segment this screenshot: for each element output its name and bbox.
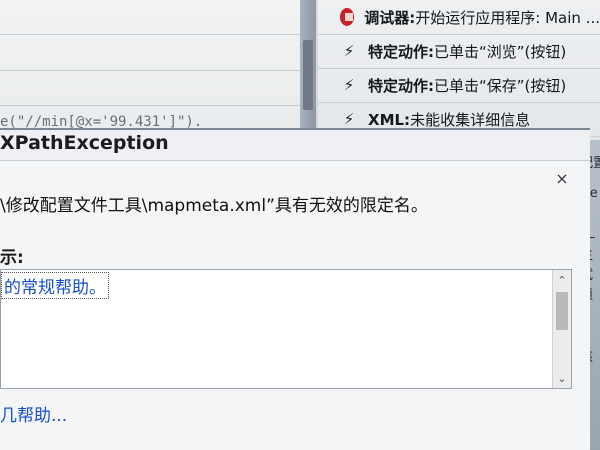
general-help-link[interactable]: 的常规帮助。	[1, 272, 109, 299]
lightning-icon: ⚡	[343, 110, 355, 128]
event-log-row[interactable]: ⚡ 特定动作:已单击“浏览”(按钮)	[318, 34, 600, 69]
close-button[interactable]: ×	[550, 166, 574, 190]
event-label: 特定动作:	[368, 42, 434, 61]
editor-gridline	[0, 34, 300, 35]
code-editor[interactable]: e("//min[@x='99.431']").	[0, 0, 300, 135]
error-message: \修改配置文件工具\mapmeta.xml”具有无效的限定名。	[0, 196, 428, 216]
event-text: 开始运行应用程序: Main ...	[415, 8, 600, 27]
textbox-scrollbar-thumb[interactable]	[556, 292, 568, 330]
editor-gridline	[0, 70, 300, 71]
editor-scrollbar[interactable]	[300, 0, 316, 140]
more-help-link[interactable]: 几帮助...	[0, 401, 67, 426]
exception-dialog: XPathException \修改配置文件工具\mapmeta.xml”具有无…	[0, 128, 590, 450]
event-label: 特定动作:	[368, 76, 434, 95]
dialog-title: XPathException	[0, 132, 169, 154]
event-text: 已单击“保存”(按钮)	[434, 76, 567, 95]
event-text: 已单击“浏览”(按钮)	[434, 42, 567, 61]
hint-label: 示:	[0, 248, 24, 268]
screen: e("//min[@x='99.431']"). 调试器:开始运行应用程序: M…	[0, 0, 600, 450]
dialog-title-bar: XPathException	[0, 130, 590, 160]
editor-gridline	[0, 105, 300, 106]
event-log-row[interactable]: 调试器:开始运行应用程序: Main ...	[318, 0, 600, 35]
event-log-row[interactable]: ⚡ 特定动作:已单击“保存”(按钮)	[318, 68, 600, 103]
lightning-icon: ⚡	[343, 42, 355, 60]
editor-scrollbar-thumb[interactable]	[303, 40, 313, 110]
chevron-up-icon[interactable]: ⌃	[553, 272, 571, 288]
lightning-icon: ⚡	[343, 76, 355, 94]
event-log-panel: 调试器:开始运行应用程序: Main ... ⚡ 特定动作:已单击“浏览”(按钮…	[318, 0, 600, 140]
textbox-scrollbar[interactable]: ⌃ ⌄	[552, 270, 571, 388]
close-icon: ×	[555, 168, 569, 188]
event-label: XML:	[368, 110, 411, 129]
stop-icon	[340, 8, 355, 26]
dialog-body: \修改配置文件工具\mapmeta.xml”具有无效的限定名。 示: 的常规帮助…	[0, 160, 590, 450]
event-label: 调试器:	[364, 8, 416, 27]
chevron-down-icon[interactable]: ⌄	[553, 370, 571, 386]
event-text: 未能收集详细信息	[410, 110, 531, 129]
help-textbox[interactable]: 的常规帮助。 ⌃ ⌄	[0, 269, 572, 389]
